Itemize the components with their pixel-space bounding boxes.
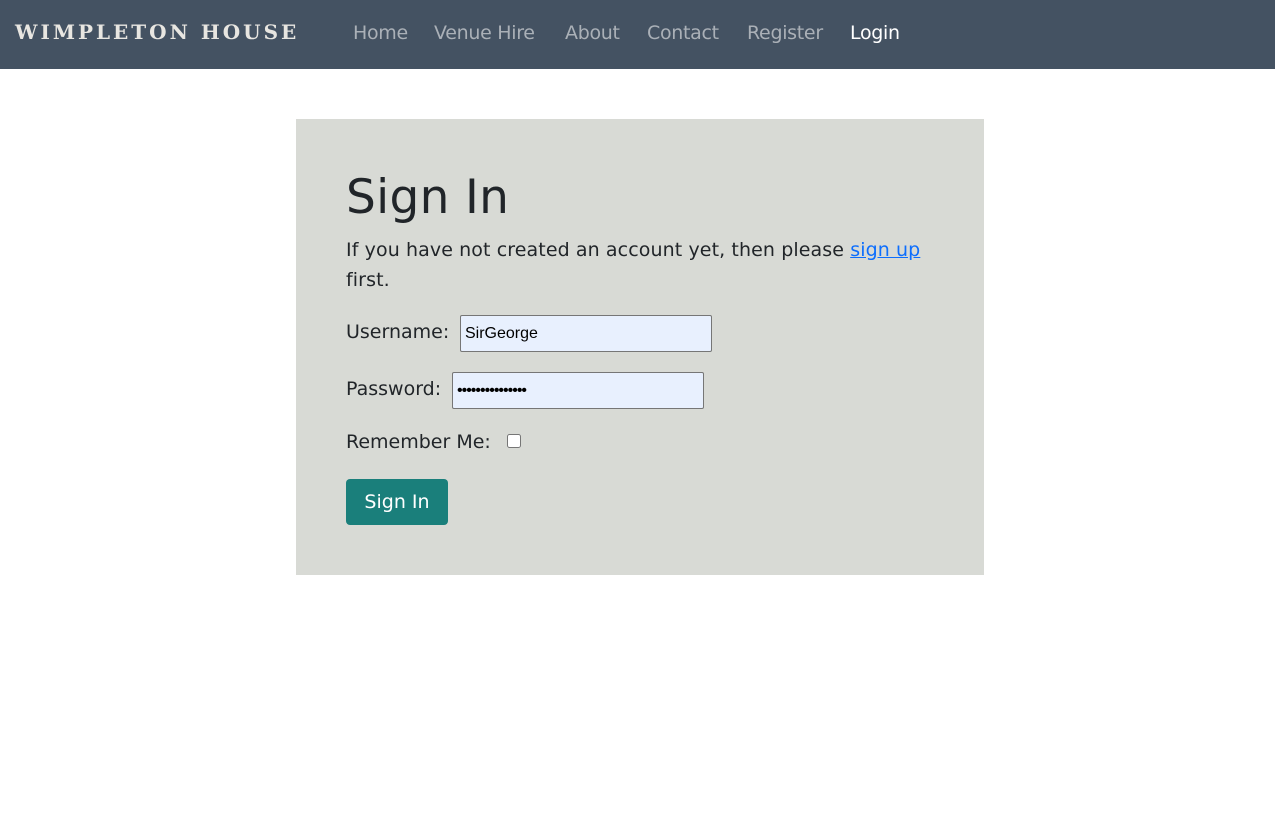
intro-text-before: If you have not created an account yet, … — [346, 239, 851, 261]
navbar: WIMPLETON HOUSE Home Venue Hire About Co… — [0, 0, 1275, 69]
username-input[interactable] — [460, 315, 712, 352]
intro-text-after: first. — [346, 269, 390, 291]
page-title: Sign In — [346, 170, 510, 225]
sign-in-button[interactable]: Sign In — [346, 479, 448, 525]
nav-link-login[interactable]: Login — [850, 22, 900, 44]
nav-link-register[interactable]: Register — [747, 22, 823, 44]
password-label: Password: — [346, 378, 442, 400]
remember-me-checkbox[interactable] — [507, 434, 521, 448]
password-input[interactable] — [452, 372, 704, 409]
signin-card: Sign In If you have not created an accou… — [296, 119, 984, 575]
brand-logo[interactable]: WIMPLETON HOUSE — [15, 20, 299, 44]
username-label: Username: — [346, 321, 450, 343]
nav-link-home[interactable]: Home — [353, 22, 408, 44]
signup-link[interactable]: sign up — [850, 239, 920, 261]
signin-intro: If you have not created an account yet, … — [346, 235, 921, 295]
nav-link-venue-hire[interactable]: Venue Hire — [434, 22, 535, 44]
remember-me-label: Remember Me: — [346, 431, 491, 453]
nav-link-about[interactable]: About — [565, 22, 620, 44]
nav-link-contact[interactable]: Contact — [647, 22, 719, 44]
